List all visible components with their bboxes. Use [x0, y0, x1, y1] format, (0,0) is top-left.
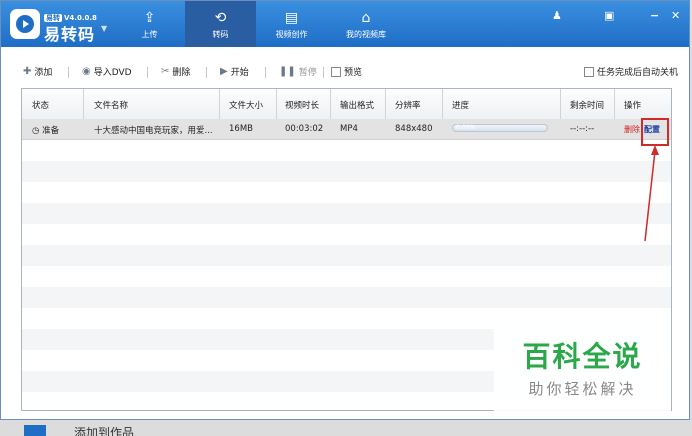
tab-upload[interactable]: ⇪ 上传 — [114, 1, 185, 47]
divider — [147, 67, 148, 78]
col-size: 文件大小 — [229, 101, 264, 111]
progress-bar: 0.00% — [452, 124, 548, 132]
title-bar: 易转 V4.0.0.8 易转码 ▼ ⇪ 上传 ⟲ 转码 ▤ 视频创作 ⌂ 我的视频… — [1, 1, 689, 47]
auto-shutdown-checkbox[interactable]: 任务完成后自动关机 — [584, 65, 678, 78]
col-resolution: 分辨率 — [395, 101, 421, 111]
column-divider[interactable] — [276, 89, 277, 119]
col-duration: 视频时长 — [285, 101, 320, 111]
size-cell: 16MB — [229, 124, 253, 134]
empty-row — [22, 287, 671, 308]
tab-video-library[interactable]: ⌂ 我的视频库 — [327, 1, 405, 47]
pause-label: 暂停 — [298, 68, 317, 78]
delete-icon: ✂ — [161, 66, 170, 77]
column-divider[interactable] — [330, 89, 331, 119]
col-format: 输出格式 — [340, 101, 375, 111]
empty-row — [22, 203, 671, 224]
menu-caret-icon[interactable]: ▼ — [101, 24, 107, 33]
empty-row — [22, 224, 671, 245]
app-logo — [10, 9, 40, 39]
divider — [265, 67, 266, 78]
toolbar: ✚ 添加 ◉ 导入DVD ✂ 删除 ▶ 开始 ❚❚ 暂停 预览 任务完成后自动关机 — [1, 59, 689, 85]
watermark-title: 百科全说 — [522, 340, 643, 373]
import-dvd-button[interactable]: ◉ 导入DVD — [82, 65, 132, 78]
tab-video-library-label: 我的视频库 — [346, 30, 386, 39]
start-button[interactable]: ▶ 开始 — [220, 65, 249, 78]
column-divider[interactable] — [219, 89, 220, 119]
col-actions: 操作 — [624, 101, 642, 111]
tab-video-create-label: 视频创作 — [275, 30, 308, 39]
background-window-strip: 添加到作品 — [20, 422, 160, 436]
column-divider[interactable] — [560, 89, 561, 119]
background-app-icon — [24, 425, 46, 436]
column-divider[interactable] — [614, 89, 615, 119]
delete-button[interactable]: ✂ 删除 — [161, 65, 190, 78]
start-label: 开始 — [230, 68, 249, 78]
play-icon — [16, 15, 34, 33]
format-cell: MP4 — [340, 124, 358, 134]
watermark: 百科全说 助你轻松解决 — [494, 327, 671, 411]
import-dvd-label: 导入DVD — [93, 68, 132, 78]
resolution-cell: 848x480 — [395, 124, 433, 134]
auto-shutdown-label: 任务完成后自动关机 — [597, 68, 679, 78]
remaining-cell: --:--:-- — [570, 124, 595, 134]
pause-button[interactable]: ❚❚ 暂停 — [279, 65, 317, 78]
preview-checkbox[interactable]: 预览 — [331, 65, 362, 78]
clock-icon: ◷ — [32, 126, 40, 136]
film-icon: ▤ — [284, 10, 299, 26]
add-button[interactable]: ✚ 添加 — [23, 65, 52, 78]
pause-icon: ❚❚ — [279, 66, 296, 77]
divider — [206, 67, 207, 78]
delete-label: 删除 — [172, 68, 191, 78]
col-status: 状态 — [32, 101, 50, 111]
column-divider[interactable] — [83, 89, 84, 119]
main-window: 易转 V4.0.0.8 易转码 ▼ ⇪ 上传 ⟲ 转码 ▤ 视频创作 ⌂ 我的视频… — [0, 0, 690, 420]
status-text: 准备 — [42, 126, 60, 136]
empty-row — [22, 140, 671, 161]
row-delete-link[interactable]: 删除 — [624, 124, 640, 135]
duration-cell: 00:03:02 — [285, 124, 324, 134]
close-icon[interactable]: ✕ — [671, 9, 680, 22]
column-divider[interactable] — [442, 89, 443, 119]
column-divider[interactable] — [385, 89, 386, 119]
disc-icon: ◉ — [82, 66, 91, 77]
auto-shutdown-check-box[interactable] — [584, 66, 594, 77]
status-cell: ◷ 准备 — [32, 124, 59, 136]
col-remaining: 剩余时间 — [570, 101, 605, 111]
empty-row — [22, 245, 671, 266]
table-header: 状态 文件名称 文件大小 视频时长 输出格式 分辨率 进度 剩余时间 操作 — [22, 89, 671, 120]
background-text: 添加到作品 — [74, 426, 135, 436]
table-row[interactable]: ◷ 准备 十大感动中国电竞玩家，用爱... 16MB 00:03:02 MP4 … — [22, 119, 671, 140]
home-icon: ⌂ — [361, 10, 371, 26]
annotation-arrow — [644, 145, 659, 242]
divider — [68, 67, 69, 78]
progress-text: 0.00% — [456, 124, 476, 131]
minimize-icon[interactable]: − — [650, 9, 659, 22]
col-progress: 进度 — [452, 101, 470, 111]
play-icon: ▶ — [220, 66, 228, 77]
tab-video-create[interactable]: ▤ 视频创作 — [256, 1, 327, 47]
feedback-icon[interactable]: ▣ — [604, 9, 614, 22]
empty-row — [22, 266, 671, 287]
empty-row — [22, 161, 671, 182]
app-title: 易转码 — [44, 25, 96, 44]
tab-convert[interactable]: ⟲ 转码 — [185, 1, 256, 47]
preview-label: 预览 — [344, 68, 363, 78]
watermark-subtitle: 助你轻松解决 — [528, 380, 637, 398]
divider — [323, 67, 324, 78]
add-label: 添加 — [34, 68, 53, 78]
user-icon[interactable]: ♟ — [552, 9, 562, 22]
convert-icon: ⟲ — [214, 10, 227, 26]
upload-icon: ⇪ — [143, 10, 156, 26]
plus-icon: ✚ — [23, 66, 32, 77]
filename-cell: 十大感动中国电竞玩家，用爱... — [94, 126, 213, 136]
tab-convert-label: 转码 — [212, 30, 229, 39]
preview-check-box[interactable] — [331, 66, 341, 77]
tab-upload-label: 上传 — [141, 30, 158, 39]
empty-row — [22, 182, 671, 203]
col-filename: 文件名称 — [94, 101, 129, 111]
empty-row — [22, 308, 671, 329]
